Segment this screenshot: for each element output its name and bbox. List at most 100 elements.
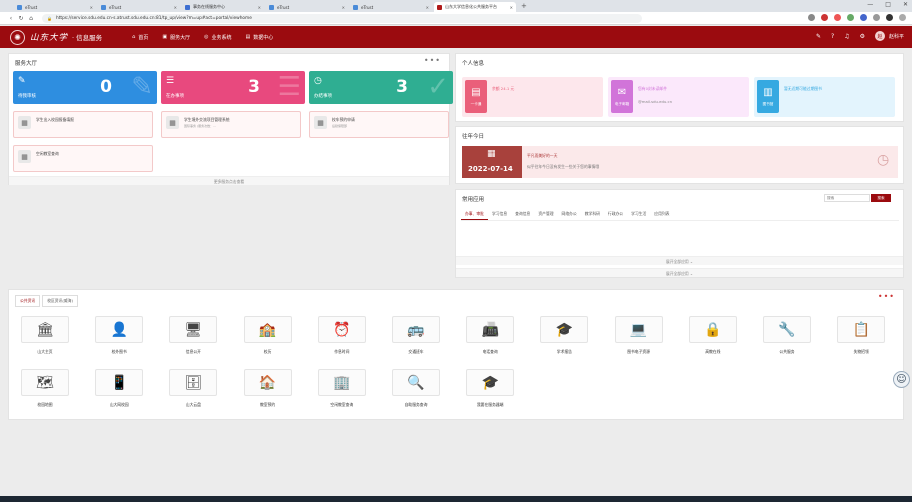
app-category-tab[interactable]: 学习生活 bbox=[627, 209, 650, 220]
app-search-button[interactable]: 搜索 bbox=[871, 194, 891, 202]
public-app-tile[interactable]: 🗄 山大云盘 bbox=[169, 369, 218, 408]
more-icon[interactable]: ••• bbox=[878, 292, 895, 301]
info-line1: 余额 24.1 元 bbox=[492, 86, 515, 91]
public-app-tile[interactable]: 💻 图书电子资源 bbox=[614, 316, 663, 355]
public-app-tile[interactable]: 🔧 公共服务 bbox=[763, 316, 811, 355]
extension-icon[interactable] bbox=[860, 14, 867, 21]
public-app-tile[interactable]: 🔍 自助服务查询 bbox=[392, 369, 440, 408]
tab-close-icon[interactable]: ✕ bbox=[174, 5, 177, 10]
browser-tab[interactable]: eTrust ✕ bbox=[350, 2, 432, 12]
app-icon: 📱 bbox=[95, 369, 144, 396]
extension-icon[interactable] bbox=[834, 14, 841, 21]
tab-close-icon[interactable]: ✕ bbox=[90, 5, 93, 10]
info-card[interactable]: ▥ 图书馆 暂无近期可能过期图书 bbox=[754, 77, 895, 117]
tab-favicon-icon bbox=[437, 4, 442, 10]
back-icon[interactable]: ‹ bbox=[6, 15, 16, 22]
expand-apps-link-2[interactable]: 展开全部应用 ⌄ bbox=[456, 268, 903, 277]
public-app-tile[interactable]: 🏛 山大主页 bbox=[21, 316, 69, 355]
public-app-tile[interactable]: 🏠 教室预约 bbox=[243, 369, 292, 408]
extension-icon[interactable] bbox=[873, 14, 880, 21]
user-name[interactable]: 赵科平 bbox=[889, 33, 904, 40]
app-icon: 👤 bbox=[95, 316, 144, 343]
tab-favicon-icon bbox=[185, 4, 190, 10]
browser-tab[interactable]: 山东大学信息化公共服务平台 ✕ bbox=[434, 2, 516, 12]
app-category-tab[interactable]: 教学科研 bbox=[581, 209, 604, 220]
public-info-tab[interactable]: 公共资讯 bbox=[15, 295, 41, 307]
minimize-button[interactable]: — bbox=[867, 1, 873, 8]
app-category-tab[interactable]: 资产管理 bbox=[534, 209, 557, 220]
info-card[interactable]: ✉ 电子邮箱 您有0封未读邮件 @mail.sdu.edu.cn bbox=[608, 77, 749, 117]
service-item[interactable]: ▦ 校车预约申请 后勤保障部 bbox=[309, 111, 449, 138]
bell-icon[interactable]: ♫ bbox=[844, 33, 849, 40]
address-bar[interactable]: 🔒 https://service.sdu.edu.cn-s.atrust.sd… bbox=[42, 13, 642, 23]
nav-item[interactable]: ◎ 业务系统 bbox=[204, 34, 231, 41]
avatar[interactable]: 赵 bbox=[874, 31, 885, 41]
service-item[interactable]: ▦ 学生境外交流项目管理系统 国际事务 (服务次数：... bbox=[161, 111, 301, 138]
app-icon: 🗄 bbox=[169, 369, 218, 396]
history-panel: 往年今日 ▦ 2022-07-14 平凡而美好的一天 似乎往年今日没有发生一些关… bbox=[455, 126, 904, 184]
nav-item[interactable]: ⌂ 首页 bbox=[132, 34, 148, 41]
public-info-tabs: 公共资讯 校区资讯(威海) bbox=[15, 295, 78, 307]
tab-close-icon[interactable]: ✕ bbox=[426, 5, 429, 10]
public-app-tile[interactable]: ⏰ 作息时间 bbox=[317, 316, 366, 355]
browser-tab[interactable]: eTrust ✕ bbox=[266, 2, 348, 12]
app-category-tab[interactable]: 学习信息 bbox=[488, 209, 511, 220]
help-icon[interactable]: ? bbox=[831, 33, 834, 40]
home-icon[interactable]: ⌂ bbox=[26, 15, 36, 22]
app-category-tab[interactable]: 网络办公 bbox=[558, 209, 581, 220]
menu-icon[interactable] bbox=[899, 14, 906, 21]
gear-icon[interactable]: ⚙ bbox=[860, 33, 865, 40]
stat-card[interactable]: ✎ ✎ 0 待我审核 bbox=[13, 71, 157, 104]
app-search-input[interactable] bbox=[824, 194, 870, 202]
info-badge-label: 电子邮箱 bbox=[614, 101, 630, 106]
more-icon[interactable]: ••• bbox=[424, 56, 441, 65]
service-item[interactable]: ▦ 学生出入校园报备填报 bbox=[13, 111, 153, 138]
public-app-tile[interactable]: 🎓 学术报告 bbox=[540, 316, 589, 355]
personal-info-panel: 个人信息 ▤ 一卡通 余额 24.1 元 ✉ 电子邮箱 您有0封未读邮件 @mail.sdu… bbox=[455, 53, 904, 122]
assistant-avatar-icon[interactable]: ☺ bbox=[893, 371, 910, 388]
edit-icon[interactable]: ✎ bbox=[816, 33, 821, 40]
university-logo-icon[interactable]: ✺ bbox=[10, 29, 25, 45]
profile-icon[interactable] bbox=[886, 14, 893, 21]
extension-icon[interactable] bbox=[847, 14, 854, 21]
tab-close-icon[interactable]: ✕ bbox=[510, 5, 513, 10]
public-app-tile[interactable]: 🔒 高教在线 bbox=[688, 316, 737, 355]
public-info-tab[interactable]: 校区资讯(威海) bbox=[42, 295, 78, 307]
public-app-tile[interactable]: 📠 电话查询 bbox=[466, 316, 515, 355]
nav-item[interactable]: ▤ 数据中心 bbox=[246, 34, 274, 41]
nav-label: 服务大厅 bbox=[170, 34, 191, 41]
stat-card[interactable]: ◷ ✓ 3 办结事项 bbox=[309, 71, 453, 104]
public-app-tile[interactable]: 🗺 校园地图 bbox=[21, 369, 69, 408]
app-category-tab[interactable]: 行政办公 bbox=[604, 209, 627, 220]
tab-close-icon[interactable]: ✕ bbox=[342, 5, 345, 10]
nav-item[interactable]: ▣ 服务大厅 bbox=[162, 34, 190, 41]
service-item[interactable]: ▦ 空闲教室查询 bbox=[13, 145, 153, 172]
stat-card[interactable]: ☰ ☰ 3 在办事项 bbox=[161, 71, 305, 104]
reload-icon[interactable]: ↻ bbox=[16, 15, 26, 22]
new-tab-button[interactable]: + bbox=[521, 2, 527, 10]
public-app-tile[interactable]: 🎓 我要在服务器端 bbox=[466, 369, 515, 408]
public-app-tile[interactable]: 🚌 交通班车 bbox=[392, 316, 440, 355]
public-app-tile[interactable]: 📋 失物招领 bbox=[837, 316, 886, 355]
public-app-tile[interactable]: 🖥 信息公开 bbox=[169, 316, 218, 355]
app-label: 交通班车 bbox=[408, 349, 424, 354]
public-app-tile[interactable]: 🏢 空闲教室查询 bbox=[317, 369, 366, 408]
tab-close-icon[interactable]: ✕ bbox=[258, 5, 261, 10]
browser-tab-label: 事务在线服务中心 bbox=[193, 4, 225, 9]
browser-tab[interactable]: eTrust ✕ bbox=[98, 2, 180, 12]
close-window-button[interactable]: ✕ bbox=[903, 1, 908, 8]
expand-apps-link[interactable]: 展开全部应用 ⌄ bbox=[456, 256, 903, 265]
app-category-tab[interactable]: 办事、审批 bbox=[461, 209, 488, 220]
extension-icon[interactable] bbox=[808, 14, 815, 21]
info-card[interactable]: ▤ 一卡通 余额 24.1 元 bbox=[462, 77, 603, 117]
app-category-tab[interactable]: 查询信息 bbox=[511, 209, 534, 220]
maximize-button[interactable]: □ bbox=[885, 1, 891, 8]
browser-tab[interactable]: eTrust ✕ bbox=[14, 2, 96, 12]
public-app-tile[interactable]: 🏫 校历 bbox=[243, 316, 292, 355]
browser-tab[interactable]: 事务在线服务中心 ✕ bbox=[182, 2, 264, 12]
more-services-link[interactable]: 更多服务点击查看 bbox=[9, 176, 449, 185]
public-app-tile[interactable]: 📱 山大网校园 bbox=[95, 369, 144, 408]
public-app-tile[interactable]: 👤 校外图书 bbox=[95, 316, 144, 355]
app-category-tab[interactable]: 应用列表 bbox=[650, 209, 673, 220]
extension-icon[interactable] bbox=[821, 14, 828, 21]
